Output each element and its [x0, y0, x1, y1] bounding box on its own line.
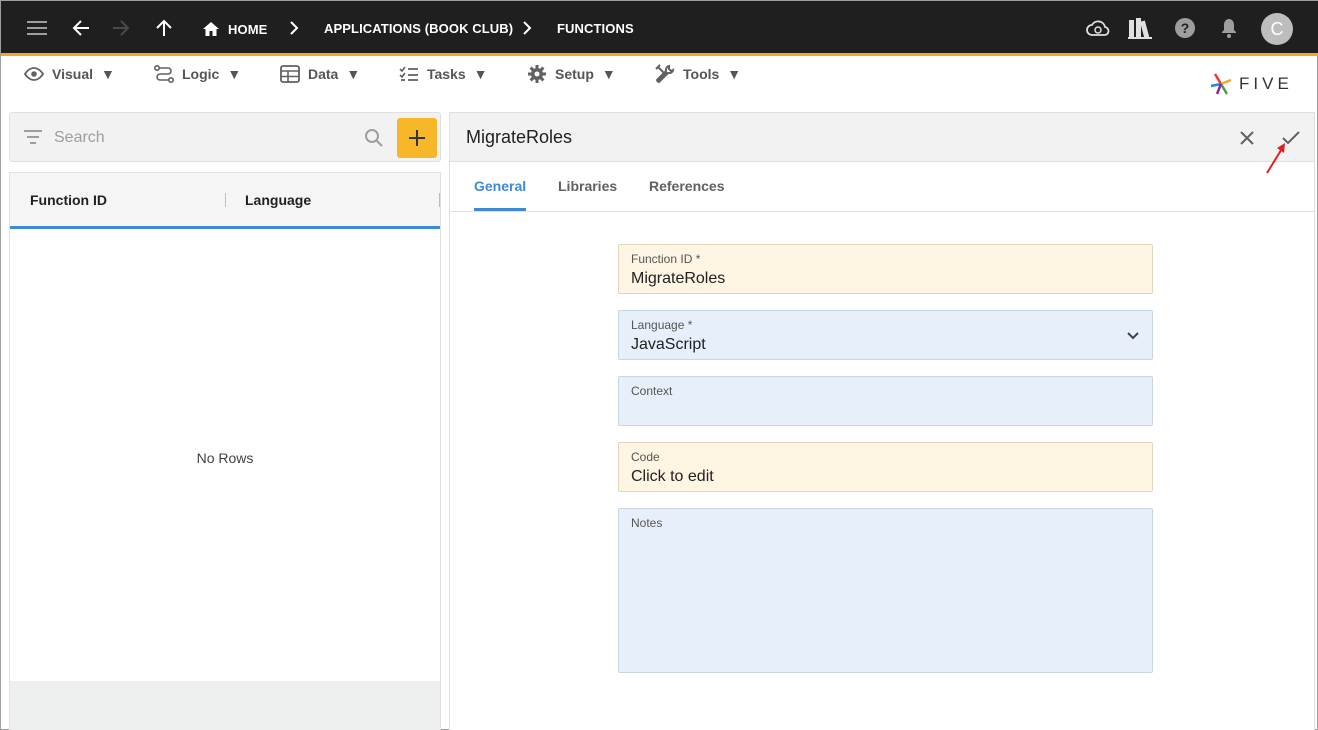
cloud-sync-icon[interactable]	[1084, 14, 1112, 42]
tab-references[interactable]: References	[649, 178, 725, 194]
logic-icon	[154, 65, 174, 83]
plus-icon	[409, 130, 425, 146]
grid-header: Function ID Language	[10, 173, 440, 229]
notes-field[interactable]: Notes	[618, 508, 1153, 673]
empty-state-text: No Rows	[196, 450, 254, 466]
breadcrumb-functions-label: FUNCTIONS	[557, 21, 634, 36]
breadcrumb-home-label: HOME	[228, 21, 268, 37]
main-menu-bar: Visual ▼ Logic ▼ Data ▼ Tasks ▼ Setup ▼ …	[1, 56, 1318, 96]
menu-tasks[interactable]: Tasks ▼	[399, 64, 488, 84]
function-id-label: Function ID *	[631, 252, 701, 266]
tasks-icon	[399, 66, 418, 81]
menu-setup-label: Setup	[555, 66, 594, 82]
top-app-bar: HOME APPLICATIONS (BOOK CLUB) FUNCTIONS …	[1, 1, 1318, 56]
svg-text:?: ?	[1181, 20, 1190, 36]
column-header-language[interactable]: Language	[245, 192, 311, 208]
gear-icon	[528, 65, 546, 83]
tools-icon	[655, 64, 675, 84]
context-field[interactable]: Context	[618, 376, 1153, 426]
help-icon[interactable]: ?	[1171, 14, 1199, 42]
function-id-value: MigrateRoles	[631, 270, 726, 287]
menu-visual[interactable]: Visual ▼	[24, 64, 115, 84]
tab-libraries[interactable]: Libraries	[558, 178, 617, 194]
dropdown-arrow-icon: ▼	[101, 66, 115, 82]
context-label: Context	[631, 384, 673, 398]
active-tab-indicator	[474, 208, 526, 211]
functions-list-grid: Function ID Language No Rows	[9, 172, 441, 730]
dropdown-arrow-icon: ▼	[601, 66, 616, 82]
menu-setup[interactable]: Setup ▼	[527, 64, 616, 84]
breadcrumb-applications-label: APPLICATIONS (BOOK CLUB)	[324, 21, 514, 36]
back-arrow-icon[interactable]	[67, 14, 95, 42]
five-logo-mark-icon	[1210, 73, 1232, 95]
filter-icon[interactable]	[24, 130, 42, 149]
eye-icon	[24, 67, 44, 81]
five-logo: FIVE	[1209, 70, 1293, 98]
column-separator[interactable]	[439, 193, 440, 207]
menu-tasks-label: Tasks	[427, 66, 466, 82]
menu-logic-label: Logic	[182, 66, 220, 82]
menu-data-label: Data	[308, 66, 339, 82]
breadcrumb-functions[interactable]: FUNCTIONS	[557, 21, 634, 36]
search-input[interactable]	[54, 126, 354, 150]
notes-label: Notes	[631, 516, 663, 530]
column-separator[interactable]	[225, 193, 226, 207]
hamburger-menu-icon[interactable]	[23, 14, 51, 42]
column-header-function-id[interactable]: Function ID	[30, 192, 107, 208]
menu-tools[interactable]: Tools ▼	[655, 64, 741, 84]
forward-arrow-icon[interactable]	[107, 14, 135, 42]
language-select[interactable]: Language * JavaScript	[618, 310, 1153, 360]
breadcrumb-home[interactable]: HOME	[202, 21, 267, 37]
add-record-button[interactable]	[397, 118, 437, 158]
user-avatar[interactable]: C	[1261, 13, 1293, 45]
form-header: MigrateRoles	[450, 113, 1314, 162]
home-icon	[203, 22, 219, 36]
language-value: JavaScript	[631, 336, 706, 353]
breadcrumb-chevron-icon	[289, 21, 299, 40]
five-logo-text: FIVE	[1239, 74, 1293, 93]
menu-visual-label: Visual	[52, 66, 93, 82]
search-icon[interactable]	[364, 128, 384, 153]
tab-general[interactable]: General	[474, 178, 526, 194]
language-label: Language *	[631, 318, 693, 332]
menu-tools-label: Tools	[683, 66, 720, 82]
search-bar	[9, 112, 441, 162]
function-id-field[interactable]: Function ID * MigrateRoles	[618, 244, 1153, 294]
breadcrumb-chevron-icon	[522, 21, 532, 40]
code-value: Click to edit	[631, 468, 714, 485]
dropdown-arrow-icon: ▼	[227, 66, 242, 82]
dropdown-arrow-icon: ▼	[473, 66, 488, 82]
annotation-arrow	[1264, 141, 1288, 180]
menu-logic[interactable]: Logic ▼	[154, 64, 241, 84]
dropdown-arrow-icon: ▼	[727, 66, 742, 82]
dropdown-arrow-icon: ▼	[346, 66, 361, 82]
library-books-icon[interactable]	[1126, 14, 1154, 42]
table-icon	[280, 65, 300, 83]
chevron-down-icon[interactable]	[1126, 328, 1140, 346]
form-title: MigrateRoles	[466, 127, 573, 147]
code-label: Code	[631, 450, 660, 464]
notifications-bell-icon[interactable]	[1215, 14, 1243, 42]
breadcrumb-applications[interactable]: APPLICATIONS (BOOK CLUB)	[324, 21, 513, 36]
up-arrow-icon[interactable]	[150, 14, 178, 42]
form-tabs: General Libraries References	[450, 162, 1314, 212]
grid-footer	[10, 681, 440, 730]
close-icon[interactable]	[1234, 125, 1260, 151]
function-form-panel: MigrateRoles General Libraries Reference…	[449, 112, 1315, 730]
code-field[interactable]: Code Click to edit	[618, 442, 1153, 492]
menu-data[interactable]: Data ▼	[280, 64, 360, 84]
